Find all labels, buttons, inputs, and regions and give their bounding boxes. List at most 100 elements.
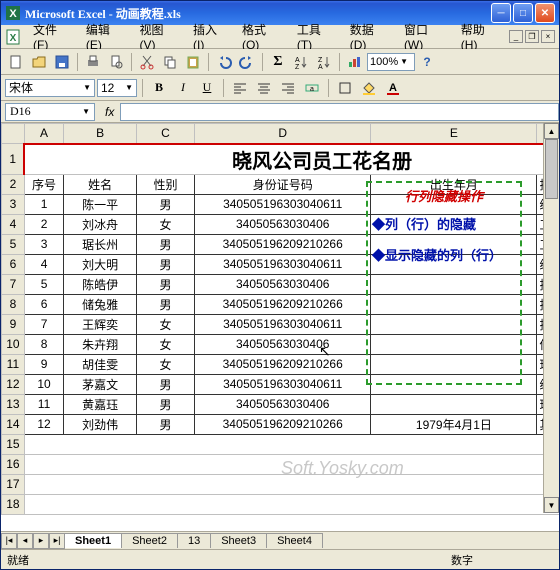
row-header[interactable]: 18 (2, 494, 25, 514)
cut-icon[interactable] (136, 51, 158, 73)
cell[interactable]: 女 (136, 214, 194, 234)
cell[interactable] (24, 474, 559, 494)
row-header[interactable]: 10 (2, 334, 25, 354)
row-header[interactable]: 2 (2, 174, 25, 194)
cell[interactable]: 340505196209210266 (195, 414, 371, 434)
cell[interactable]: 女 (136, 314, 194, 334)
cell[interactable]: 2 (24, 214, 63, 234)
cell[interactable]: 340505196209210266 (195, 294, 371, 314)
row-header[interactable]: 9 (2, 314, 25, 334)
doc-close-button[interactable]: × (541, 30, 555, 43)
sheet-tab[interactable]: Sheet1 (64, 533, 122, 548)
row-header[interactable]: 3 (2, 194, 25, 214)
cell[interactable]: 储兔雅 (64, 294, 137, 314)
cell[interactable] (24, 454, 559, 474)
cell[interactable]: 琚长州 (64, 234, 137, 254)
cell[interactable]: 34050563030406 (195, 214, 371, 234)
column-header[interactable]: B (64, 124, 137, 144)
cell[interactable] (371, 274, 537, 294)
cell[interactable]: 性别 (136, 174, 194, 194)
font-color-icon[interactable]: A (382, 77, 404, 99)
row-header[interactable]: 12 (2, 374, 25, 394)
cell[interactable] (24, 494, 559, 514)
cell[interactable]: 出生年月 (371, 174, 537, 194)
cell[interactable] (371, 394, 537, 414)
row-header[interactable]: 16 (2, 454, 25, 474)
print-preview-icon[interactable] (105, 51, 127, 73)
sort-asc-icon[interactable]: AZ (290, 51, 312, 73)
row-header[interactable]: 6 (2, 254, 25, 274)
cell[interactable]: 男 (136, 414, 194, 434)
cell[interactable]: 3 (24, 234, 63, 254)
sort-desc-icon[interactable]: ZA (313, 51, 335, 73)
spreadsheet-grid[interactable]: A B C D E F 1 晓风公司员工花名册 2 序号 姓名 性别 身份证号码… (1, 123, 559, 515)
cell[interactable]: 男 (136, 234, 194, 254)
cell[interactable]: 340505196303040611 (195, 314, 371, 334)
column-header[interactable]: E (371, 124, 537, 144)
cell[interactable]: 12 (24, 414, 63, 434)
doc-minimize-button[interactable]: _ (509, 30, 523, 43)
borders-icon[interactable] (334, 77, 356, 99)
column-header[interactable]: D (195, 124, 371, 144)
row-header[interactable]: 8 (2, 294, 25, 314)
bold-button[interactable]: B (148, 77, 170, 99)
cell[interactable]: 7 (24, 314, 63, 334)
sheet-tab[interactable]: 13 (177, 533, 211, 548)
sheet-tab[interactable]: Sheet3 (210, 533, 267, 548)
tab-nav-prev-icon[interactable]: ◂ (17, 533, 33, 549)
cell[interactable]: 1979年4月1日 (371, 414, 537, 434)
cell[interactable]: 陈皓伊 (64, 274, 137, 294)
cell[interactable]: 姓名 (64, 174, 137, 194)
close-button[interactable]: ✕ (535, 3, 555, 23)
cell[interactable]: 胡佳雯 (64, 354, 137, 374)
cell[interactable] (371, 194, 537, 214)
cell[interactable]: 340505196303040611 (195, 194, 371, 214)
tab-nav-last-icon[interactable]: ▸| (49, 533, 65, 549)
undo-icon[interactable] (213, 51, 235, 73)
cell[interactable]: 340505196209210266 (195, 234, 371, 254)
copy-icon[interactable] (159, 51, 181, 73)
horizontal-scrollbar[interactable] (383, 533, 543, 549)
cell[interactable]: 1 (24, 194, 63, 214)
cell[interactable]: 刘劲伟 (64, 414, 137, 434)
cell[interactable] (371, 234, 537, 254)
cell[interactable]: 男 (136, 254, 194, 274)
row-header[interactable]: 5 (2, 234, 25, 254)
cell[interactable] (24, 434, 559, 454)
print-icon[interactable] (82, 51, 104, 73)
cell[interactable] (371, 214, 537, 234)
cell[interactable]: 340505196209210266 (195, 354, 371, 374)
doc-restore-button[interactable]: ❐ (525, 30, 539, 43)
save-icon[interactable] (51, 51, 73, 73)
scroll-up-arrow-icon[interactable]: ▲ (544, 123, 559, 139)
cell[interactable]: 黄嘉珏 (64, 394, 137, 414)
new-icon[interactable] (5, 51, 27, 73)
font-size-combobox[interactable]: 12 ▼ (97, 79, 137, 97)
cell[interactable]: 8 (24, 334, 63, 354)
cell[interactable]: 朱卉翔 (64, 334, 137, 354)
row-header[interactable]: 1 (2, 144, 25, 175)
column-header[interactable]: C (136, 124, 194, 144)
column-header[interactable]: A (24, 124, 63, 144)
underline-button[interactable]: U (196, 77, 218, 99)
font-name-combobox[interactable]: 宋体 ▼ (5, 79, 95, 97)
open-icon[interactable] (28, 51, 50, 73)
cell[interactable] (371, 314, 537, 334)
cell[interactable]: 王辉奕 (64, 314, 137, 334)
cell[interactable] (371, 374, 537, 394)
row-header[interactable]: 13 (2, 394, 25, 414)
help-icon[interactable]: ? (416, 51, 438, 73)
row-header[interactable]: 15 (2, 434, 25, 454)
row-header[interactable]: 11 (2, 354, 25, 374)
zoom-combobox[interactable]: 100% ▼ (367, 53, 415, 71)
maximize-button[interactable]: □ (513, 3, 533, 23)
align-left-icon[interactable] (229, 77, 251, 99)
cell[interactable]: 6 (24, 294, 63, 314)
cell[interactable]: 刘大明 (64, 254, 137, 274)
cell[interactable]: 34050563030406 (195, 394, 371, 414)
cell[interactable]: 陈一平 (64, 194, 137, 214)
cell[interactable]: 4 (24, 254, 63, 274)
cell[interactable]: 10 (24, 374, 63, 394)
cell[interactable]: 34050563030406 (195, 334, 371, 354)
fill-color-icon[interactable] (358, 77, 380, 99)
